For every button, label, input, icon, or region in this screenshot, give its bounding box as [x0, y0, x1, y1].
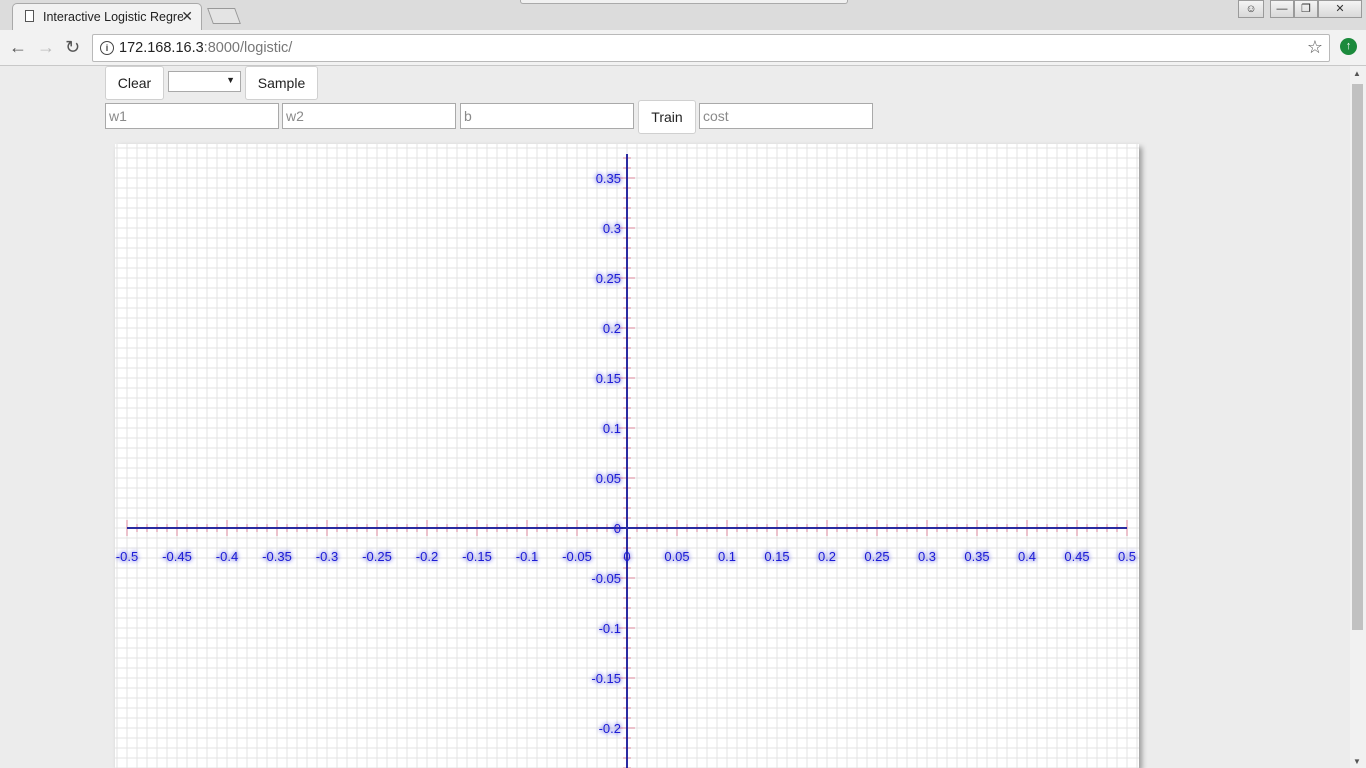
tab-bar: Interactive Logistic Regression ✕ ☺ — ❐ … [0, 0, 1366, 30]
dataset-select[interactable]: ▼ [168, 71, 241, 92]
scrollbar[interactable]: ▲ ▼ [1350, 66, 1366, 768]
plot-canvas[interactable]: -0.5 -0.45 -0.4 -0.35 -0.3 -0.25 -0.2 -0.15 -0.1… [115, 144, 1139, 768]
sample-button[interactable]: Sample [245, 66, 318, 100]
scroll-thumb[interactable] [1352, 84, 1363, 630]
y-tick-label: -0.05 [591, 571, 621, 586]
x-tick-label: 0.35 [964, 549, 989, 564]
browser-tab[interactable]: Interactive Logistic Regression ✕ [12, 3, 202, 30]
update-icon[interactable]: ↑ [1340, 38, 1357, 55]
close-tab-icon[interactable]: ✕ [181, 8, 193, 25]
y-tick-label: 0.05 [596, 471, 621, 486]
reload-icon[interactable]: ↻ [65, 37, 80, 58]
url-host: 172.168.16.3 [119, 40, 204, 56]
x-tick-label: 0.45 [1064, 549, 1089, 564]
chevron-down-icon: ▼ [226, 75, 235, 85]
x-tick-label: 0.1 [718, 549, 736, 564]
page-icon [25, 10, 34, 22]
profile-icon[interactable]: ☺ [1238, 0, 1264, 18]
y-tick-label: 0.3 [603, 221, 621, 236]
y-tick-label: 0.25 [596, 271, 621, 286]
x-tick-label: -0.1 [516, 549, 538, 564]
b-field[interactable] [460, 103, 634, 129]
y-tick-label: 0.2 [603, 321, 621, 336]
address-bar[interactable]: i 172.168.16.3:8000/logistic/ ☆ [92, 34, 1330, 62]
url-text: 172.168.16.3:8000/logistic/ [119, 40, 292, 56]
x-tick-label: -0.25 [362, 549, 392, 564]
x-tick-label: 0.4 [1018, 549, 1036, 564]
w2-field[interactable] [282, 103, 456, 129]
cost-field[interactable] [699, 103, 873, 129]
y-tick-label: 0 [614, 521, 621, 536]
x-tick-label: -0.35 [262, 549, 292, 564]
x-tick-label: 0.05 [664, 549, 689, 564]
clear-button[interactable]: Clear [105, 66, 164, 100]
url-path: :8000/logistic/ [203, 40, 293, 56]
x-tick-label: -0.4 [216, 549, 238, 564]
x-tick-label: 0.5 [1118, 549, 1136, 564]
y-tick-label: 0.1 [603, 421, 621, 436]
restore-icon[interactable]: ❐ [1294, 0, 1318, 18]
y-tick-label: -0.2 [599, 721, 621, 736]
forward-icon[interactable]: → [37, 37, 55, 58]
info-icon[interactable]: i [100, 41, 114, 55]
x-tick-label: 0 [623, 549, 630, 564]
minimize-icon[interactable]: — [1270, 0, 1294, 18]
close-window-icon[interactable]: ✕ [1318, 0, 1362, 18]
x-tick-label: -0.2 [416, 549, 438, 564]
plot-svg[interactable]: -0.5 -0.45 -0.4 -0.35 -0.3 -0.25 -0.2 -0.15 -0.1… [115, 144, 1139, 768]
w1-field[interactable] [105, 103, 279, 129]
tab-title: Interactive Logistic Regression [43, 10, 183, 24]
tab-strip-notch [520, 0, 848, 4]
bookmark-star-icon[interactable]: ☆ [1307, 37, 1323, 58]
back-icon[interactable]: ← [9, 37, 27, 58]
x-tick-label: -0.3 [316, 549, 338, 564]
scroll-up-icon[interactable]: ▲ [1353, 69, 1361, 78]
x-tick-label: -0.15 [462, 549, 492, 564]
x-tick-label: 0.2 [818, 549, 836, 564]
browser-toolbar: ← → ↻ i 172.168.16.3:8000/logistic/ ☆ ↑ [0, 30, 1366, 66]
x-tick-label: 0.15 [764, 549, 789, 564]
x-tick-label: -0.5 [116, 549, 138, 564]
page-content: Clear ▼ Sample Train -0.5-0.45-0.4-0.35-… [0, 66, 1350, 768]
x-tick-label: 0.3 [918, 549, 936, 564]
x-tick-label: -0.45 [162, 549, 192, 564]
new-tab-button[interactable] [207, 8, 241, 24]
y-tick-label: -0.1 [599, 621, 621, 636]
x-tick-label: 0.25 [864, 549, 889, 564]
x-tick-label: -0.05 [562, 549, 592, 564]
y-tick-label: 0.35 [596, 171, 621, 186]
y-tick-label: 0.15 [596, 371, 621, 386]
train-button[interactable]: Train [638, 100, 696, 134]
y-tick-label: -0.15 [591, 671, 621, 686]
scroll-down-icon[interactable]: ▼ [1353, 757, 1361, 766]
